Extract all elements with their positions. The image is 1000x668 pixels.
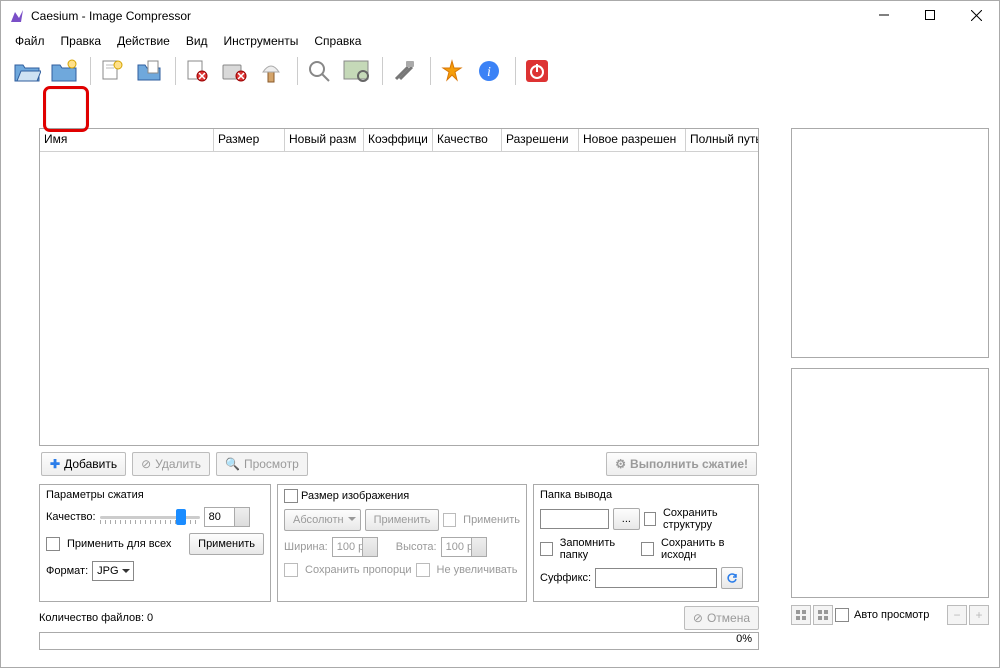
quality-label: Качество:: [46, 511, 96, 523]
output-title: Папка вывода: [540, 489, 752, 501]
file-count-status: Количество файлов: 0: [39, 612, 153, 624]
col-ratio[interactable]: Коэффици: [364, 129, 433, 151]
width-spin[interactable]: 100 px: [332, 537, 378, 557]
resize-title: Размер изображения: [301, 490, 409, 502]
output-path-input[interactable]: [540, 509, 609, 529]
suffix-input[interactable]: [595, 568, 717, 588]
resize-mode-select[interactable]: Абсолютн: [284, 509, 361, 531]
quality-slider[interactable]: [100, 509, 200, 525]
resize-enable-checkbox[interactable]: [284, 489, 298, 503]
browse-button[interactable]: ...: [613, 508, 640, 530]
minimize-button[interactable]: [861, 1, 907, 29]
resize-apply-label: Применить: [463, 514, 520, 526]
menu-edit[interactable]: Правка: [53, 32, 110, 50]
keep-aspect-checkbox[interactable]: [284, 563, 298, 577]
remember-folder-checkbox[interactable]: [540, 542, 553, 556]
height-spin[interactable]: 100 px: [441, 537, 487, 557]
resize-apply-check[interactable]: [443, 513, 456, 527]
same-folder-label: Сохранить в исходн: [661, 537, 752, 561]
suffix-label: Суффикс:: [540, 572, 591, 584]
zoom-button[interactable]: [303, 55, 335, 87]
highlight-annotation: [43, 86, 89, 132]
keep-structure-checkbox[interactable]: [644, 512, 656, 526]
open-folder-button[interactable]: [48, 55, 80, 87]
new-list-button[interactable]: [96, 55, 128, 87]
settings-button[interactable]: [388, 55, 420, 87]
col-size[interactable]: Размер: [214, 129, 285, 151]
keep-aspect-label: Сохранить пропорци: [305, 564, 412, 576]
suffix-reset-button[interactable]: [721, 567, 743, 589]
remember-folder-label: Запомнить папку: [560, 537, 638, 561]
compression-title: Параметры сжатия: [46, 489, 264, 501]
apply-all-checkbox[interactable]: [46, 537, 60, 551]
delete-button[interactable]: ⊘Удалить: [132, 452, 210, 476]
apply-all-label: Применить для всех: [67, 538, 171, 550]
format-select[interactable]: JPG: [92, 561, 133, 581]
no-enlarge-checkbox[interactable]: [416, 563, 430, 577]
preview-compressed: [791, 368, 989, 598]
preview-button[interactable]: [340, 55, 372, 87]
width-label: Ширина:: [284, 541, 328, 553]
resize-panel: Размер изображения Абсолютн Применить Пр…: [277, 484, 527, 602]
menubar: Файл Правка Действие Вид Инструменты Спр…: [1, 31, 999, 51]
app-icon: [9, 8, 25, 24]
format-label: Формат:: [46, 565, 88, 577]
col-newres[interactable]: Новое разрешен: [579, 129, 686, 151]
open-list-button[interactable]: [133, 55, 165, 87]
apply-quality-button[interactable]: Применить: [189, 533, 264, 555]
col-res[interactable]: Разрешени: [502, 129, 579, 151]
open-file-button[interactable]: [11, 55, 43, 87]
no-enlarge-label: Не увеличивать: [437, 564, 518, 576]
close-button[interactable]: [953, 1, 999, 29]
progress-bar: 0%: [39, 632, 759, 650]
titlebar: Caesium - Image Compressor: [1, 1, 999, 31]
keep-structure-label: Сохранить структуру: [663, 507, 752, 531]
menu-file[interactable]: Файл: [7, 32, 53, 50]
cancel-button[interactable]: ⊘Отмена: [684, 606, 759, 630]
file-list-header: Имя Размер Новый разм Коэффици Качество …: [40, 129, 758, 152]
app-window: Caesium - Image Compressor Файл Правка Д…: [0, 0, 1000, 668]
preview-list-button[interactable]: 🔍Просмотр: [216, 452, 308, 476]
zoom-out-button[interactable]: −: [947, 605, 967, 625]
height-label: Высота:: [396, 541, 437, 553]
compress-button[interactable]: ⚙Выполнить сжатие!: [606, 452, 757, 476]
window-title: Caesium - Image Compressor: [31, 9, 191, 23]
auto-preview-checkbox[interactable]: [835, 608, 849, 622]
remove-from-disk-button[interactable]: [218, 55, 250, 87]
zoom-in-button[interactable]: +: [969, 605, 989, 625]
menu-help[interactable]: Справка: [306, 32, 369, 50]
auto-preview-label: Авто просмотр: [854, 609, 929, 621]
resize-apply-button[interactable]: Применить: [365, 509, 440, 531]
quality-spin[interactable]: 80: [204, 507, 250, 527]
about-button[interactable]: i: [473, 55, 505, 87]
col-name[interactable]: Имя: [40, 129, 214, 151]
remove-item-button[interactable]: [181, 55, 213, 87]
maximize-button[interactable]: [907, 1, 953, 29]
same-folder-checkbox[interactable]: [641, 542, 654, 556]
svg-text:i: i: [487, 65, 491, 80]
compression-panel: Параметры сжатия Качество: 80 Применить …: [39, 484, 271, 602]
col-path[interactable]: Полный путь: [686, 129, 758, 151]
clear-list-button[interactable]: [255, 55, 287, 87]
col-newsize[interactable]: Новый разм: [285, 129, 364, 151]
menu-tools[interactable]: Инструменты: [216, 32, 307, 50]
menu-action[interactable]: Действие: [109, 32, 178, 50]
progress-pct: 0%: [736, 633, 752, 645]
exit-button[interactable]: [521, 55, 553, 87]
file-list[interactable]: Имя Размер Новый разм Коэффици Качество …: [39, 128, 759, 446]
col-quality[interactable]: Качество: [433, 129, 502, 151]
toolbar: i: [1, 51, 999, 91]
fit-original-button[interactable]: [791, 605, 811, 625]
update-button[interactable]: [436, 55, 468, 87]
menu-view[interactable]: Вид: [178, 32, 216, 50]
output-panel: Папка вывода ... Сохранить структуру Зап…: [533, 484, 759, 602]
fit-compressed-button[interactable]: [813, 605, 833, 625]
add-button[interactable]: ✚Добавить: [41, 452, 126, 476]
preview-original: [791, 128, 989, 358]
